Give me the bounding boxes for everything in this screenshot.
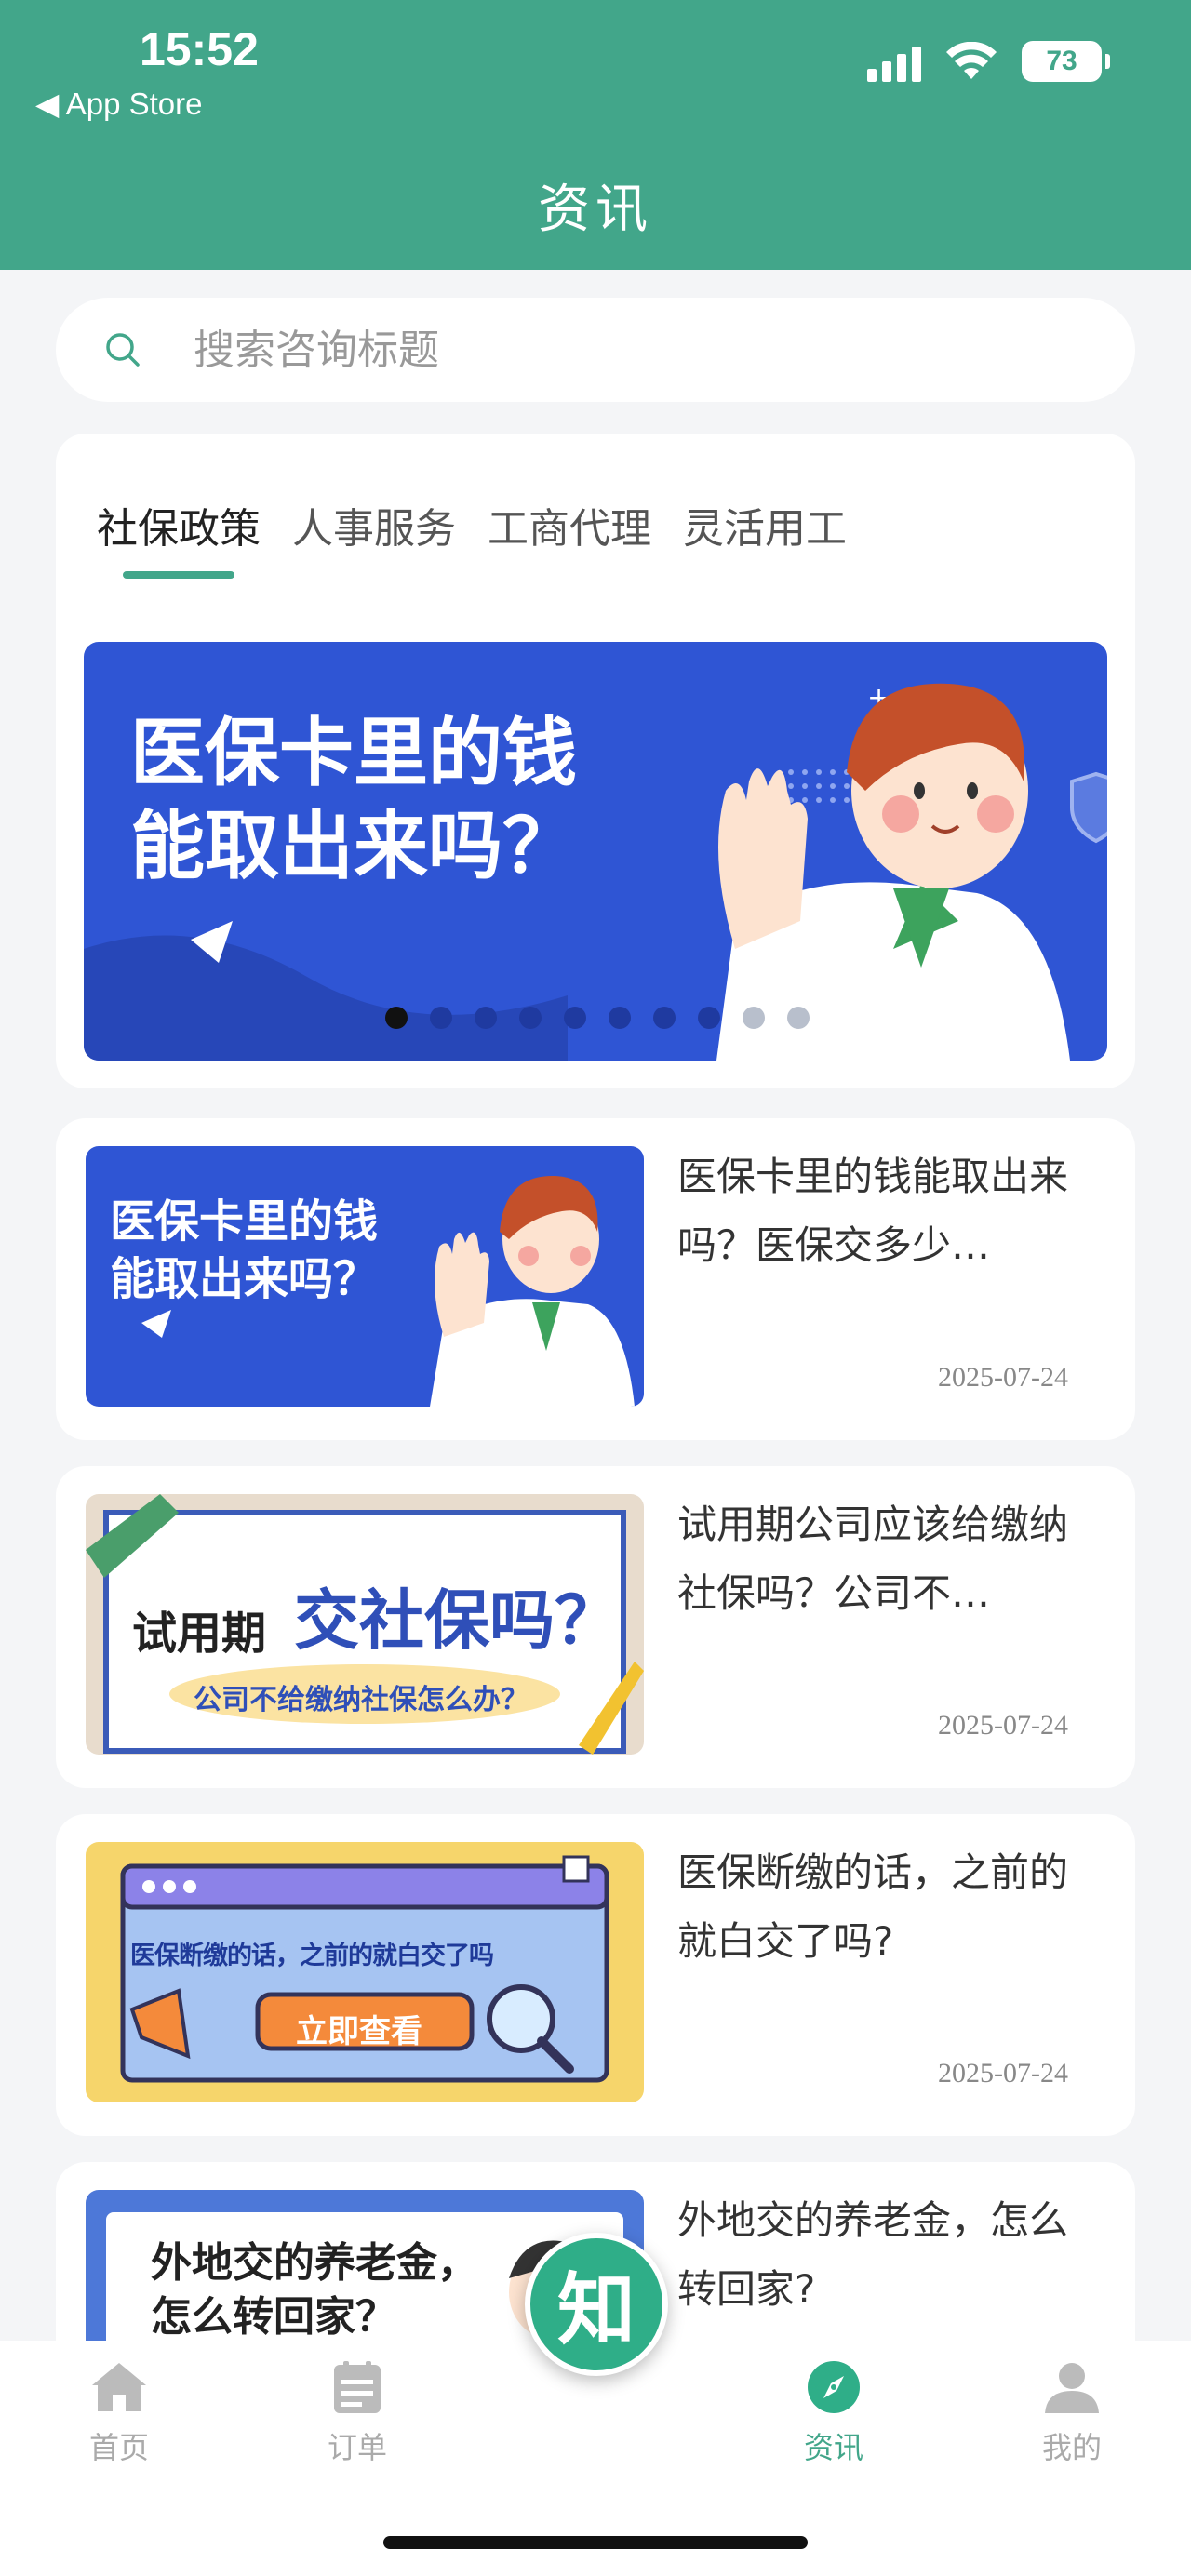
thumb-illustration bbox=[86, 1842, 644, 2102]
news-thumbnail: 医保断缴的话，之前的就白交了吗 立即查看 bbox=[86, 1842, 644, 2102]
news-item[interactable]: 医保卡里的钱 能取出来吗？ 医保卡里的钱能取出来吗？医保交多少… 2025-07… bbox=[56, 1118, 1135, 1440]
status-icons: 73 bbox=[867, 41, 1110, 82]
news-thumbnail: 试用期 交社保吗？ 公司不给缴纳社保怎么办？ bbox=[86, 1494, 644, 1755]
news-title: 试用期公司应该给缴纳社保吗？公司不… bbox=[677, 1502, 1069, 1616]
banner-dot[interactable] bbox=[743, 1007, 765, 1029]
banner-dot[interactable] bbox=[519, 1007, 542, 1029]
tabbar-label: 我的 bbox=[1041, 2430, 1102, 2465]
category-card: 社保政策 人事服务 工商代理 灵活用工 + 医保卡里的钱 能取出来吗？ bbox=[56, 434, 1135, 1088]
tabbar-label: 首页 bbox=[88, 2430, 149, 2465]
featured-banner[interactable]: + 医保卡里的钱 能取出来吗？ bbox=[84, 642, 1107, 1061]
page-title: 资讯 bbox=[538, 180, 653, 240]
thumb-tag: 试用期 bbox=[132, 1608, 267, 1660]
banner-dot[interactable] bbox=[385, 1007, 408, 1029]
knowledge-fab-button[interactable]: 知 bbox=[525, 2233, 668, 2376]
tab-flexible-employment[interactable]: 灵活用工 bbox=[683, 495, 847, 554]
banner-dot[interactable] bbox=[698, 1007, 720, 1029]
thumb-headline: 医保卡里的钱 能取出来吗？ bbox=[110, 1193, 378, 1308]
thumb-line-2: 怎么转回家？ bbox=[151, 2293, 396, 2341]
status-time: 15:52 bbox=[140, 23, 259, 75]
signal-icon bbox=[867, 41, 921, 82]
news-title: 医保断缴的话，之前的就白交了吗? bbox=[677, 1849, 1069, 1964]
thumb-headline: 外地交的养老金， 怎么转回家？ bbox=[151, 2236, 478, 2344]
banner-dot[interactable] bbox=[430, 1007, 452, 1029]
thumb-sub: 公司不给缴纳社保怎么办？ bbox=[194, 1684, 529, 1716]
news-title: 医保卡里的钱能取出来吗？医保交多少… bbox=[677, 1154, 1069, 1268]
tabbar-orders[interactable]: 订单 bbox=[283, 2359, 432, 2467]
tabbar-news[interactable]: 资讯 bbox=[759, 2359, 908, 2467]
home-icon bbox=[92, 2363, 146, 2411]
tabbar-profile[interactable]: 我的 bbox=[997, 2359, 1146, 2467]
tab-hr-service[interactable]: 人事服务 bbox=[292, 495, 456, 554]
banner-dot[interactable] bbox=[653, 1007, 676, 1029]
home-indicator[interactable] bbox=[383, 2536, 808, 2549]
news-item[interactable]: 医保断缴的话，之前的就白交了吗 立即查看 医保断缴的话，之前的就白交了吗? 20… bbox=[56, 1814, 1135, 2136]
app-header: 15:52 ◀ App Store 73 资讯 bbox=[0, 0, 1191, 270]
banner-dot[interactable] bbox=[609, 1007, 631, 1029]
banner-line-1: 医保卡里的钱 bbox=[130, 710, 577, 796]
thumb-line-1: 外地交的养老金， bbox=[151, 2239, 478, 2287]
user-icon bbox=[1045, 2363, 1099, 2413]
news-date: 2025-07-24 bbox=[938, 1710, 1068, 1741]
compass-icon bbox=[808, 2361, 860, 2413]
news-item[interactable]: 试用期 交社保吗？ 公司不给缴纳社保怎么办？ 试用期公司应该给缴纳社保吗？公司不… bbox=[56, 1466, 1135, 1788]
battery-icon: 73 bbox=[1022, 41, 1110, 82]
tabbar-label: 资讯 bbox=[803, 2430, 863, 2465]
news-title: 外地交的养老金，怎么转回家? bbox=[677, 2197, 1069, 2312]
thumb-headline: 医保断缴的话，之前的就白交了吗 bbox=[130, 1942, 494, 1970]
banner-dot[interactable] bbox=[475, 1007, 497, 1029]
search-icon bbox=[106, 333, 140, 367]
tabbar-label: 订单 bbox=[327, 2430, 387, 2465]
order-icon bbox=[334, 2361, 381, 2413]
banner-headline: 医保卡里的钱 能取出来吗？ bbox=[130, 707, 577, 893]
back-to-app-store-link[interactable]: ◀ App Store bbox=[35, 86, 203, 122]
tab-business-agency[interactable]: 工商代理 bbox=[488, 495, 651, 554]
search-input[interactable] bbox=[194, 320, 1031, 380]
search-bar[interactable] bbox=[56, 298, 1135, 402]
news-date: 2025-07-24 bbox=[938, 2058, 1068, 2089]
thumb-line-1: 医保卡里的钱 bbox=[110, 1195, 379, 1248]
category-tabs: 社保政策 人事服务 工商代理 灵活用工 bbox=[97, 495, 847, 579]
news-thumbnail: 医保卡里的钱 能取出来吗？ bbox=[86, 1146, 644, 1407]
banner-dot[interactable] bbox=[787, 1007, 810, 1029]
thumb-button: 立即查看 bbox=[296, 2013, 422, 2050]
tab-social-security[interactable]: 社保政策 bbox=[97, 495, 261, 579]
banner-dot[interactable] bbox=[564, 1007, 586, 1029]
banner-pagination bbox=[385, 1007, 810, 1029]
news-date: 2025-07-24 bbox=[938, 1362, 1068, 1393]
wifi-icon bbox=[946, 42, 997, 79]
thumb-main: 交社保吗？ bbox=[294, 1582, 620, 1659]
banner-line-2: 能取出来吗？ bbox=[130, 803, 577, 889]
thumb-line-2: 能取出来吗？ bbox=[110, 1253, 379, 1305]
tabbar-home[interactable]: 首页 bbox=[45, 2359, 194, 2467]
